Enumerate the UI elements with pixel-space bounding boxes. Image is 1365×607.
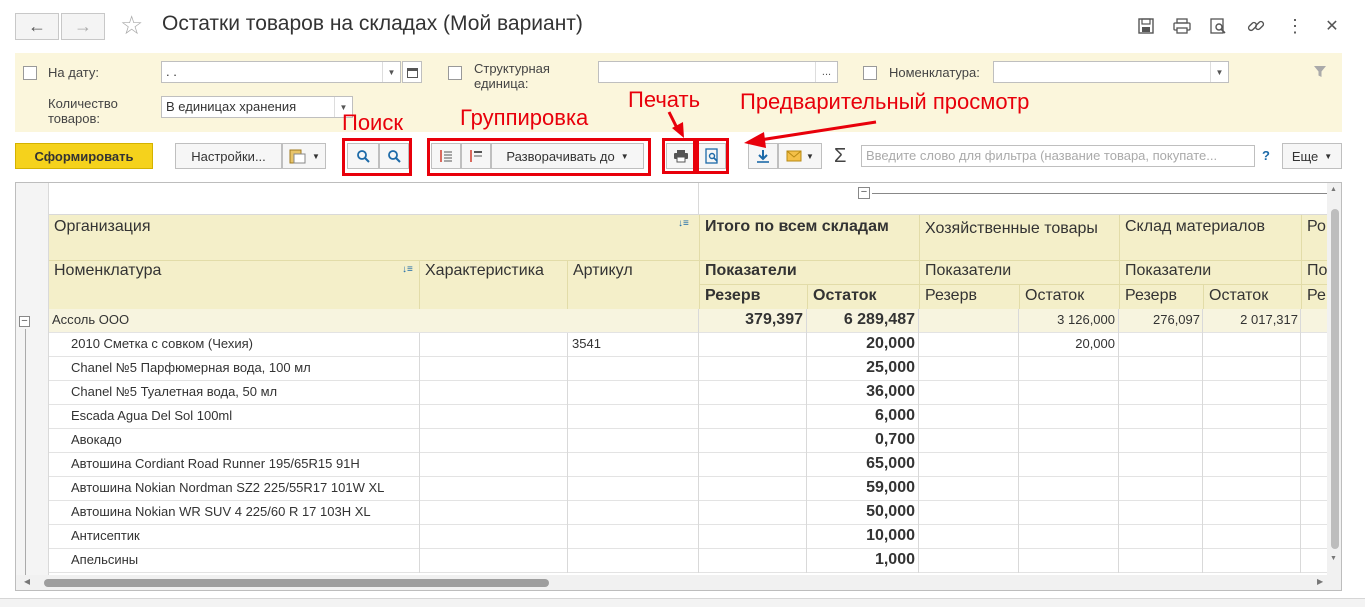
group-materials-reserve: 276,097 [1153, 312, 1200, 327]
scroll-right-icon[interactable]: ▶ [1317, 577, 1323, 586]
header-organization[interactable]: Организация [49, 215, 699, 261]
row-total-remainder: 59,000 [866, 479, 915, 496]
row-nomenclature-name: Автошина Nokian Nordman SZ2 225/55R17 10… [71, 480, 385, 495]
group-total-remainder: 6 289,487 [843, 311, 915, 328]
row-household-remainder [1019, 357, 1115, 381]
column-group-bar [49, 183, 1341, 215]
row-household-remainder [1019, 429, 1115, 453]
header-indicators-materials: Показатели [1119, 261, 1301, 285]
row-household-remainder [1019, 525, 1115, 549]
group-tree-line [25, 329, 26, 589]
row-nomenclature-name: Апельсины [71, 552, 139, 567]
row-total-remainder: 50,000 [866, 503, 915, 520]
annotation-arrowhead-preview [744, 132, 766, 148]
collapse-columns-icon[interactable]: − [858, 187, 870, 199]
col-divider [918, 309, 919, 573]
header-reserve-household: Резерв [919, 285, 1019, 309]
report-spreadsheet[interactable]: − Организация ↓≡ Номенклатура ↓≡ Характе… [15, 182, 1342, 591]
sort-icon[interactable]: ↓≡ [678, 218, 689, 229]
group-household-remainder: 3 126,000 [1057, 312, 1115, 327]
row-article [572, 549, 692, 573]
row-household-remainder [1019, 453, 1115, 477]
row-nomenclature-name: Авокадо [71, 432, 122, 447]
row-nomenclature-name: Chanel №5 Парфюмерная вода, 100 мл [71, 360, 311, 375]
row-household-remainder [1019, 477, 1115, 501]
header-indicators-household: Показатели [919, 261, 1119, 285]
header-reserve-total: Резерв [699, 285, 807, 309]
header-remainder-materials: Остаток [1203, 285, 1301, 309]
row-total-remainder: 0,700 [874, 431, 915, 448]
header-remainder-household: Остаток [1019, 285, 1119, 309]
row-total-remainder: 6,000 [874, 407, 915, 424]
col-divider [1118, 309, 1119, 573]
header-characteristic[interactable]: Характеристика [419, 261, 567, 309]
col-divider [419, 333, 420, 573]
row-article [572, 381, 692, 405]
row-nomenclature-name: Автошина Cordiant Road Runner 195/65R15 … [71, 456, 360, 471]
row-article [572, 477, 692, 501]
vertical-scrollbar-thumb[interactable] [1331, 209, 1339, 549]
row-article: 3541 [572, 336, 601, 351]
row-article [572, 405, 692, 429]
row-article [572, 525, 692, 549]
row-gutter [16, 183, 49, 590]
row-total-remainder: 1,000 [874, 551, 915, 568]
header-total-all-warehouses[interactable]: Итого по всем складам [699, 215, 919, 261]
horizontal-scrollbar-thumb[interactable] [44, 579, 549, 587]
row-nomenclature-name: Escada Agua Del Sol 100ml [71, 408, 233, 423]
row-article [572, 429, 692, 453]
group-row-name: Ассоль ООО [52, 312, 130, 327]
col-divider [1202, 309, 1203, 573]
header-warehouse-materials[interactable]: Склад материалов [1119, 215, 1301, 261]
header-reserve-materials: Резерв [1119, 285, 1203, 309]
col-divider [806, 309, 807, 573]
row-total-remainder: 20,000 [866, 335, 915, 352]
row-total-remainder: 10,000 [866, 527, 915, 544]
col-divider [567, 333, 568, 573]
header-article[interactable]: Артикул [567, 261, 699, 309]
row-article [572, 453, 692, 477]
col-divider [1300, 309, 1301, 573]
row-household-remainder [1019, 405, 1115, 429]
group-materials-remainder: 2 017,317 [1240, 312, 1298, 327]
row-nomenclature-name: Антисептик [71, 528, 140, 543]
annotation-arrow-preview [759, 120, 877, 142]
header-reserve-cut: Ре [1301, 285, 1327, 309]
row-total-remainder: 25,000 [866, 359, 915, 376]
row-total-remainder: 65,000 [866, 455, 915, 472]
header-warehouse-household[interactable]: Хозяйственные товары [919, 215, 1119, 261]
collapse-group-icon[interactable]: − [19, 316, 30, 327]
scroll-left-icon[interactable]: ◀ [24, 577, 30, 586]
scroll-up-icon[interactable]: ▲ [1330, 186, 1337, 193]
scroll-down-icon[interactable]: ▼ [1330, 555, 1337, 562]
row-nomenclature-name: Chanel №5 Туалетная вода, 50 мл [71, 384, 278, 399]
column-divider [698, 183, 699, 215]
row-household-remainder [1019, 381, 1115, 405]
column-group-line [872, 193, 1327, 194]
header-nomenclature[interactable]: Номенклатура [49, 261, 419, 309]
row-nomenclature-name: Автошина Nokian WR SUV 4 225/60 R 17 103… [71, 504, 371, 519]
row-nomenclature-name: 2010 Сметка с совком (Чехия) [71, 336, 253, 351]
row-household-remainder [1019, 501, 1115, 525]
col-divider [1018, 309, 1019, 573]
row-household-remainder: 20,000 [1075, 336, 1115, 351]
header-indicators-total: Показатели [699, 261, 919, 285]
row-article [572, 501, 692, 525]
row-total-remainder: 36,000 [866, 383, 915, 400]
header-warehouse-cut[interactable]: Ро [1301, 215, 1327, 261]
header-remainder-total: Остаток [807, 285, 919, 309]
group-total-reserve: 379,397 [745, 311, 803, 328]
row-household-remainder [1019, 549, 1115, 573]
row-article [572, 357, 692, 381]
header-indicators-cut: По [1301, 261, 1327, 285]
col-divider [698, 309, 699, 573]
sort-icon[interactable]: ↓≡ [402, 264, 413, 275]
